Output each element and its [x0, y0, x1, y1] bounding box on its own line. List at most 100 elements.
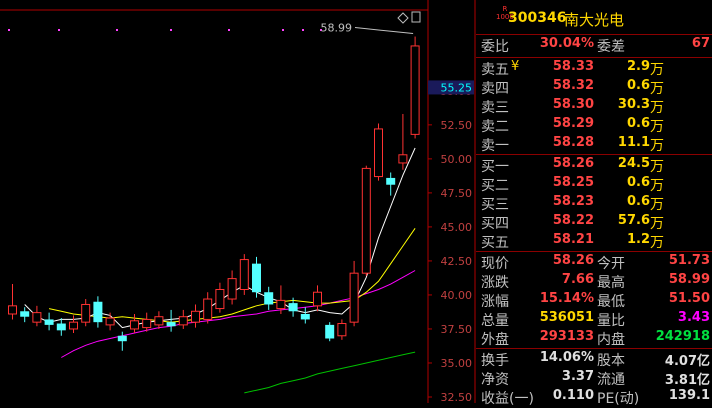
- candle-body-up[interactable]: [398, 154, 408, 164]
- candle-body-up[interactable]: [215, 289, 225, 310]
- candle-body-up[interactable]: [410, 45, 420, 135]
- stat-label: 涨跌: [481, 275, 509, 291]
- ask-row[interactable]: 卖四 58.32 0.6 万: [476, 78, 712, 97]
- candle-body-up[interactable]: [8, 305, 17, 315]
- candle-body-down[interactable]: [264, 292, 274, 305]
- divider: [476, 57, 712, 58]
- divider: [476, 251, 712, 252]
- marker-dot: [8, 29, 10, 31]
- stat-label: 净资: [481, 372, 509, 388]
- stat-label: 外盘: [481, 332, 509, 348]
- ask-label: 卖四: [481, 81, 509, 97]
- bid-row[interactable]: 买三 58.23 0.6 万: [476, 194, 712, 213]
- candle-body-up[interactable]: [105, 317, 115, 326]
- stock-header: R 1000 300346 南大光电: [476, 0, 712, 35]
- marker-dot: [282, 29, 284, 31]
- bid-row[interactable]: 买四 58.22 57.6 万: [476, 213, 712, 232]
- kline-svg[interactable]: 55.0052.5050.0047.5045.0042.5040.0037.50…: [0, 0, 476, 403]
- candle-body-down[interactable]: [20, 311, 30, 317]
- ma20-line: [61, 270, 416, 358]
- stat-value: 0.110: [552, 388, 594, 403]
- ask-volume: 0.6: [626, 116, 650, 131]
- candle-body-up[interactable]: [349, 272, 359, 323]
- candle-body-down[interactable]: [252, 263, 261, 293]
- bid-price: 58.26: [552, 156, 594, 171]
- stat-value: 3.43: [677, 310, 710, 325]
- candle-body-up[interactable]: [69, 321, 78, 330]
- candle-body-up[interactable]: [142, 318, 152, 329]
- bid-unit: 万: [650, 159, 664, 175]
- candle-body-up[interactable]: [276, 299, 286, 310]
- marker-dot: [302, 29, 304, 31]
- ask-volume: 0.6: [626, 78, 650, 93]
- stat-value: 14.06%: [539, 350, 594, 365]
- candle-body-up[interactable]: [374, 128, 383, 178]
- candle-body-down[interactable]: [300, 313, 310, 320]
- candle-body-up[interactable]: [154, 316, 164, 326]
- ask-label: 卖一: [481, 138, 509, 154]
- ask-row[interactable]: 卖二 58.29 0.6 万: [476, 116, 712, 135]
- bid-price: 58.23: [552, 194, 594, 209]
- bid-row[interactable]: 买一 58.26 24.5 万: [476, 156, 712, 175]
- current-price-label: 55.25: [441, 81, 473, 94]
- candle-body-down[interactable]: [93, 301, 103, 323]
- stat-value: 139.1: [668, 388, 710, 403]
- stat-label: 今开: [597, 256, 625, 272]
- ma60-line: [244, 351, 416, 394]
- ask-price: 58.28: [552, 135, 594, 150]
- y-tick-label: 35.00: [441, 357, 473, 370]
- bid-label: 买二: [481, 178, 509, 194]
- candle-body-down[interactable]: [44, 319, 54, 325]
- ask-row[interactable]: 卖三 58.30 30.3 万: [476, 97, 712, 116]
- marker-dot: [58, 29, 60, 31]
- stat-label: 量比: [597, 313, 625, 329]
- candle-body-up[interactable]: [178, 316, 188, 326]
- bid-label: 买一: [481, 159, 509, 175]
- kline-chart[interactable]: 55.0052.5050.0047.5045.0042.5040.0037.50…: [0, 0, 476, 403]
- candle-body-up[interactable]: [203, 298, 213, 320]
- stat-value: 51.50: [668, 291, 710, 306]
- candle-body-up[interactable]: [191, 310, 200, 323]
- ask-volume: 11.1: [617, 135, 650, 150]
- stat-value: 7.66: [561, 272, 594, 287]
- bid-volume: 1.2: [626, 232, 650, 247]
- ask-row[interactable]: 卖五 ¥58.33 2.9 万: [476, 59, 712, 78]
- ask-price: 58.32: [552, 78, 594, 93]
- stat-row: 外盘 293133 内盘 242918: [476, 329, 712, 348]
- diamond-icon[interactable]: [397, 12, 409, 24]
- candle-body-up[interactable]: [239, 259, 249, 291]
- y-tick-label: 50.00: [441, 153, 473, 166]
- stock-code[interactable]: 300346: [508, 10, 566, 26]
- divider: [476, 348, 712, 349]
- stat-label: 最高: [597, 275, 625, 291]
- weicha-value: 67: [691, 36, 710, 51]
- candle-body-down[interactable]: [288, 303, 298, 312]
- bid-row[interactable]: 买五 58.21 1.2 万: [476, 232, 712, 251]
- candle-body-down[interactable]: [325, 324, 335, 339]
- window-icon[interactable]: [411, 11, 421, 23]
- ask-volume: 30.3: [617, 97, 650, 112]
- candle-body-down[interactable]: [386, 177, 396, 185]
- candle-body-up[interactable]: [81, 303, 91, 323]
- candle-body-up[interactable]: [361, 167, 371, 274]
- y-tick-label: 32.50: [441, 391, 473, 403]
- stock-name[interactable]: 南大光电: [564, 9, 624, 30]
- candle-body-up[interactable]: [130, 320, 139, 330]
- candle-body-up[interactable]: [227, 278, 237, 300]
- candle-body-up[interactable]: [313, 291, 322, 307]
- bid-row[interactable]: 买二 58.25 0.6 万: [476, 175, 712, 194]
- bid-price: 58.22: [552, 213, 594, 228]
- y-tick-label: 42.50: [441, 255, 473, 268]
- candle-body-up[interactable]: [32, 312, 42, 323]
- bid-unit: 万: [650, 197, 664, 213]
- bid-volume: 57.6: [617, 213, 650, 228]
- ask-row[interactable]: 卖一 58.28 11.1 万: [476, 135, 712, 154]
- y-tick-label: 52.50: [441, 119, 473, 132]
- candle-body-up[interactable]: [337, 323, 347, 337]
- candle-body-down[interactable]: [56, 323, 66, 331]
- candle-body-down[interactable]: [117, 335, 127, 342]
- stat-label: 最低: [597, 294, 625, 310]
- candle-body-down[interactable]: [166, 322, 176, 327]
- ask-unit: 万: [650, 138, 664, 154]
- stat-label: 股本: [597, 353, 625, 369]
